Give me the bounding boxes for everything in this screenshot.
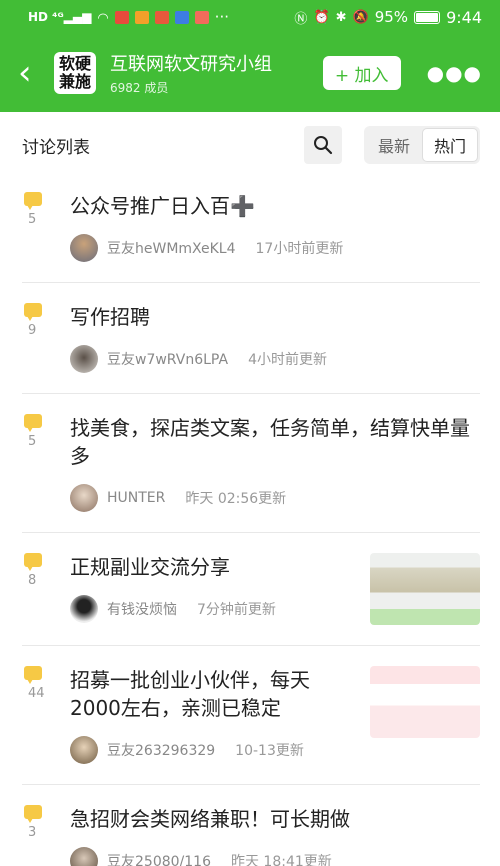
app-icon-3 — [154, 10, 169, 24]
topic-list: 5 公众号推广日入百➕ 豆友heWMmXeKL4 17小时前更新 9 写作招聘 豆… — [0, 178, 500, 866]
topic-row[interactable]: 5 找美食，探店类文案，任务简单，结算快单量多 HUNTER 昨天 02:56更新 — [22, 394, 480, 533]
reply-count: 8 — [22, 553, 70, 625]
topic-row[interactable]: 44 招募一批创业小伙伴，每天2000左右，亲测已稳定 豆友263296329 1… — [22, 646, 480, 785]
comment-bubble-icon — [24, 553, 42, 571]
group-name: 互联网软文研究小组 — [110, 54, 272, 75]
update-time: 4小时前更新 — [248, 352, 327, 368]
author-name[interactable]: 豆友263296329 — [107, 740, 215, 760]
author-name[interactable]: 有钱没烦恼 — [107, 599, 177, 619]
reply-count: 5 — [22, 192, 70, 262]
group-title-block: 互联网软文研究小组 6982 成员 — [110, 50, 323, 96]
battery-icon — [414, 10, 441, 24]
nfc-icon: Ⓝ — [294, 11, 308, 27]
author-name[interactable]: HUNTER — [107, 490, 165, 506]
group-header: ‹ 软硬 兼施 互联网软文研究小组 6982 成员 + 加入 ●●● — [0, 34, 500, 112]
app-icon-2 — [134, 10, 149, 24]
update-time: 昨天 18:41更新 — [230, 854, 332, 866]
sort-toggle: 最新 热门 — [364, 126, 480, 164]
author-name[interactable]: 豆友w7wRVn6LPA — [107, 349, 228, 369]
reply-count: 3 — [22, 805, 70, 866]
join-button[interactable]: + 加入 — [322, 56, 401, 90]
topic-row[interactable]: 8 正规副业交流分享 有钱没烦恼 7分钟前更新 — [22, 533, 480, 646]
topic-title[interactable]: 公众号推广日入百➕ — [70, 192, 480, 220]
comment-bubble-icon — [24, 805, 42, 823]
avatar[interactable] — [70, 847, 98, 866]
topic-row[interactable]: 5 公众号推广日入百➕ 豆友heWMmXeKL4 17小时前更新 — [22, 178, 480, 283]
topic-thumbnail[interactable] — [370, 553, 480, 625]
topic-title[interactable]: 写作招聘 — [70, 303, 480, 331]
group-members: 6982 成员 — [110, 81, 169, 95]
topic-title[interactable]: 找美食，探店类文案，任务简单，结算快单量多 — [70, 414, 480, 470]
list-header: 讨论列表 最新 热门 — [0, 112, 500, 178]
wifi-icon: ◠ — [97, 10, 109, 26]
app-icon-1 — [114, 10, 129, 24]
search-button[interactable] — [304, 126, 342, 164]
comment-bubble-icon — [24, 303, 42, 321]
update-time: 17小时前更新 — [255, 241, 344, 257]
app-icon-4 — [174, 10, 189, 24]
update-time: 7分钟前更新 — [197, 602, 276, 618]
comment-bubble-icon — [24, 666, 42, 684]
more-notifications-icon: ··· — [214, 8, 229, 26]
status-right: Ⓝ ⏰ ✱ 🔕 95% 9:44 — [294, 8, 482, 27]
battery-percent: 95% — [374, 8, 409, 26]
avatar[interactable] — [70, 736, 98, 764]
avatar[interactable] — [70, 234, 98, 262]
topic-row[interactable]: 9 写作招聘 豆友w7wRVn6LPA 4小时前更新 — [22, 283, 480, 394]
topic-title[interactable]: 正规副业交流分享 — [70, 553, 276, 581]
reply-count: 5 — [22, 414, 70, 512]
avatar[interactable] — [70, 595, 98, 623]
mute-icon: 🔕 — [352, 9, 369, 25]
more-options-icon[interactable]: ●●● — [427, 61, 482, 85]
status-left: HD ⁴ᴳ▂▄▆ ◠ ··· — [28, 8, 229, 26]
clock: 9:44 — [446, 7, 482, 27]
avatar[interactable] — [70, 345, 98, 373]
author-name[interactable]: 豆友heWMmXeKL4 — [107, 238, 236, 258]
list-title: 讨论列表 — [22, 137, 90, 158]
topic-title[interactable]: 急招财会类网络兼职！可长期做 — [70, 805, 480, 833]
reply-count: 9 — [22, 303, 70, 373]
app-icon-5 — [194, 10, 209, 24]
hd-signal-icon: HD ⁴ᴳ▂▄▆ — [28, 10, 92, 24]
avatar[interactable] — [70, 484, 98, 512]
sort-hot-tab[interactable]: 热门 — [422, 128, 478, 162]
bluetooth-icon: ✱ — [335, 9, 347, 25]
back-arrow-icon[interactable]: ‹ — [18, 56, 54, 90]
topic-row[interactable]: 3 急招财会类网络兼职！可长期做 豆友25080/116 昨天 18:41更新 — [22, 785, 480, 866]
topic-title[interactable]: 招募一批创业小伙伴，每天2000左右，亲测已稳定 — [70, 666, 360, 722]
group-logo: 软硬 兼施 — [54, 52, 96, 94]
topic-thumbnail[interactable] — [370, 666, 480, 738]
comment-bubble-icon — [24, 192, 42, 210]
update-time: 昨天 02:56更新 — [185, 491, 287, 507]
author-name[interactable]: 豆友25080/116 — [107, 851, 211, 866]
sort-latest-tab[interactable]: 最新 — [366, 128, 422, 162]
update-time: 10-13更新 — [235, 743, 304, 759]
search-icon — [314, 136, 333, 155]
status-bar: HD ⁴ᴳ▂▄▆ ◠ ··· Ⓝ ⏰ ✱ 🔕 95% 9:44 — [0, 0, 500, 34]
comment-bubble-icon — [24, 414, 42, 432]
reply-count: 44 — [22, 666, 70, 764]
alarm-icon: ⏰ — [313, 9, 330, 25]
